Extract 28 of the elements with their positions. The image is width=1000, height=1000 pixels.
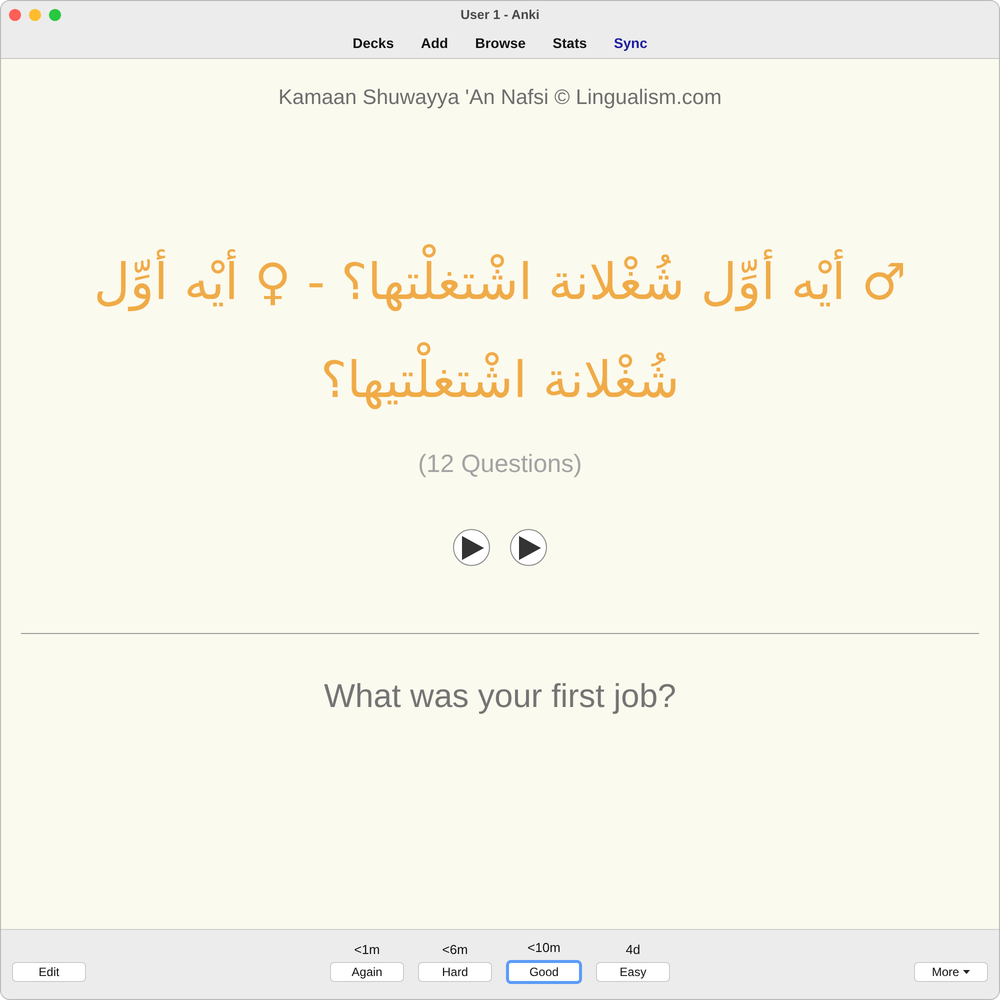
question-count: (12 Questions) [418,449,582,479]
play-button[interactable] [510,529,547,566]
toolbar-link[interactable]: Sync [614,33,648,54]
answer-button[interactable]: Hard [418,962,492,982]
edit-button[interactable]: Edit [12,962,86,982]
toolbar-link[interactable]: Stats [552,33,587,54]
deck-title: Kamaan Shuwayya 'An Nafsi © Lingualism.com [278,85,722,111]
minimize-icon[interactable] [29,9,41,21]
interval-label: <10m [528,940,560,955]
toolbar-link[interactable]: Add [420,33,448,54]
window-title: User 1 - Anki [460,6,540,24]
play-icon [519,536,541,560]
answer-text: What was your first job? [324,676,676,716]
question-text: ♂ أيْه أوِّل شُغْلانة اشْتغلْتها؟ - ♀ أيْه أوِّل شُغْلانة اشْتغلْتيها؟ [40,233,960,429]
interval-label: <6m [442,942,468,957]
more-button[interactable]: More [914,962,988,982]
answer-button[interactable]: Easy [596,962,670,982]
play-icon [462,536,484,560]
interval-label: <1m [354,942,380,957]
play-button[interactable] [453,529,490,566]
toolbar-link[interactable]: Decks [352,33,394,54]
answer-button[interactable]: Again [330,962,404,982]
toolbar-link[interactable]: Browse [475,33,526,54]
interval-label: 4d [626,942,640,957]
maximize-icon[interactable] [49,9,61,21]
answer-button[interactable]: Good [506,960,582,984]
close-icon[interactable] [9,9,21,21]
caret-icon [963,970,970,974]
